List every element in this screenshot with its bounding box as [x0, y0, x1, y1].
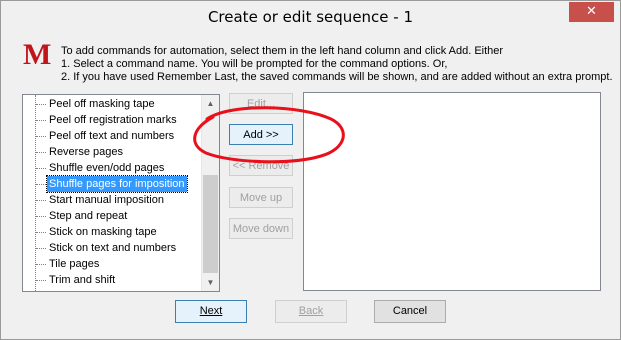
- scroll-up-button[interactable]: ▲: [202, 95, 219, 112]
- vertical-scrollbar[interactable]: ▲ ▼: [201, 95, 219, 291]
- list-item[interactable]: Tile pages: [23, 256, 201, 272]
- list-item[interactable]: Trim and shift: [23, 272, 201, 288]
- close-icon: ✕: [586, 4, 597, 19]
- remove-button[interactable]: << Remove: [229, 155, 293, 176]
- window-title: Create or edit sequence - 1: [207, 8, 414, 26]
- list-item[interactable]: Stick on text and numbers: [23, 240, 201, 256]
- edit-button[interactable]: Edit...: [229, 93, 293, 114]
- list-item[interactable]: Step and repeat: [23, 208, 201, 224]
- chevron-up-icon: ▲: [206, 99, 215, 108]
- list-item-selected[interactable]: Shuffle pages for imposition: [23, 175, 201, 193]
- next-button[interactable]: Next: [175, 300, 247, 323]
- list-item[interactable]: Peel off masking tape: [23, 96, 201, 112]
- list-item[interactable]: Stick on masking tape: [23, 224, 201, 240]
- close-button[interactable]: ✕: [569, 2, 614, 22]
- cancel-button[interactable]: Cancel: [374, 300, 446, 323]
- back-button[interactable]: Back: [275, 300, 347, 323]
- instruction-line-1: To add commands for automation, select t…: [61, 45, 504, 57]
- command-list[interactable]: Peel off masking tape Peel off registrat…: [22, 94, 220, 292]
- app-logo: M: [23, 38, 52, 71]
- scroll-thumb[interactable]: [203, 175, 218, 273]
- add-button[interactable]: Add >>: [229, 124, 293, 145]
- list-item[interactable]: Reverse pages: [23, 144, 201, 160]
- scroll-down-button[interactable]: ▼: [202, 274, 219, 291]
- dialog-window: Create or edit sequence - 1 ✕ M To add c…: [0, 0, 621, 340]
- sequence-list[interactable]: [303, 92, 601, 291]
- move-down-button[interactable]: Move down: [229, 218, 293, 239]
- instruction-line-3: 2. If you have used Remember Last, the s…: [61, 71, 613, 83]
- list-item[interactable]: Peel off text and numbers: [23, 128, 201, 144]
- instruction-line-2: 1. Select a command name. You will be pr…: [61, 58, 448, 70]
- chevron-down-icon: ▼: [206, 278, 215, 287]
- list-item[interactable]: Peel off registration marks: [23, 112, 201, 128]
- instructions: To add commands for automation, select t…: [61, 45, 613, 84]
- list-item[interactable]: Start manual imposition: [23, 192, 201, 208]
- list-item[interactable]: Shuffle even/odd pages: [23, 160, 201, 176]
- move-up-button[interactable]: Move up: [229, 187, 293, 208]
- title-bar: Create or edit sequence - 1 ✕: [1, 1, 620, 31]
